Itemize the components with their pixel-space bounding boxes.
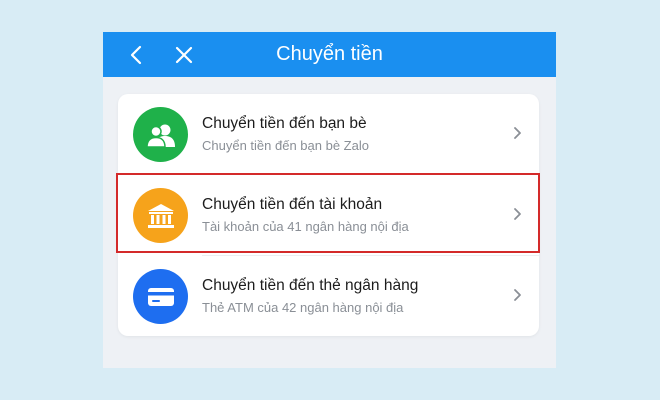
transfer-options-card: Chuyển tiền đến bạn bè Chuyển tiền đến b… [118, 94, 539, 336]
option-subtitle: Thẻ ATM của 42 ngân hàng nội địa [202, 300, 404, 315]
option-transfer-to-friends[interactable]: Chuyển tiền đến bạn bè Chuyển tiền đến b… [118, 94, 539, 174]
option-transfer-to-account[interactable]: Chuyển tiền đến tài khoản Tài khoản của … [118, 175, 539, 255]
option-title: Chuyển tiền đến tài khoản [202, 196, 383, 213]
chevron-right-icon [514, 127, 521, 139]
friends-icon [133, 107, 188, 162]
option-transfer-to-card[interactable]: Chuyển tiền đến thẻ ngân hàng Thẻ ATM củ… [118, 256, 539, 336]
chevron-right-icon [514, 208, 521, 220]
close-icon [175, 46, 193, 64]
option-subtitle: Chuyển tiền đến bạn bè Zalo [202, 138, 369, 153]
chevron-right-icon [514, 289, 521, 301]
option-title: Chuyển tiền đến thẻ ngân hàng [202, 277, 419, 294]
chevron-left-icon [130, 45, 142, 65]
close-button[interactable] [169, 40, 199, 70]
app-screen: Chuyển tiền Chuyển tiền đến bạn bè Chuyể… [103, 32, 556, 368]
header-bar: Chuyển tiền [103, 32, 556, 77]
card-icon [133, 269, 188, 324]
bank-icon [133, 188, 188, 243]
option-title: Chuyển tiền đến bạn bè [202, 115, 367, 132]
back-button[interactable] [121, 40, 151, 70]
option-subtitle: Tài khoản của 41 ngân hàng nội địa [202, 219, 409, 234]
